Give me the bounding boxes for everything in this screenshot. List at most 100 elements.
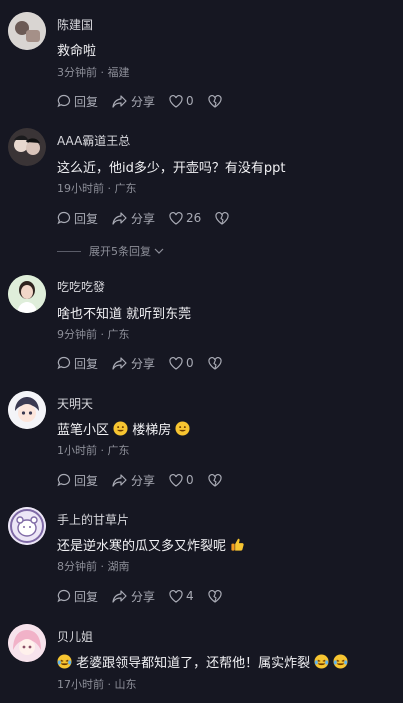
meta-separator: · bbox=[100, 328, 105, 341]
dislike-button[interactable] bbox=[208, 94, 222, 108]
dislike-button[interactable] bbox=[208, 589, 222, 603]
laughing-tears-emoji-icon bbox=[57, 654, 72, 669]
share-button[interactable]: 分享 bbox=[112, 588, 155, 605]
comment-text-part: 楼梯房 bbox=[132, 423, 172, 438]
divider bbox=[57, 250, 81, 252]
comment-text-part: 老婆跟领导都知道了，还帮他！属实炸裂 bbox=[76, 656, 311, 671]
like-count: 0 bbox=[186, 473, 194, 487]
comment-meta: 3分钟前 · 福建 bbox=[57, 64, 130, 80]
like-button[interactable]: 0 bbox=[169, 356, 194, 370]
comment-actions: 回复 分享 0 bbox=[57, 471, 236, 489]
reply-button[interactable]: 回复 bbox=[57, 93, 98, 110]
avatar[interactable] bbox=[8, 275, 46, 313]
grin-emoji-icon bbox=[113, 421, 128, 436]
like-button[interactable]: 26 bbox=[169, 211, 201, 225]
reply-button[interactable]: 回复 bbox=[57, 588, 98, 605]
dislike-button[interactable] bbox=[208, 473, 222, 487]
dislike-button[interactable] bbox=[215, 211, 229, 225]
share-icon bbox=[112, 357, 127, 370]
reply-label: 回复 bbox=[74, 211, 99, 226]
reply-button[interactable]: 回复 bbox=[57, 210, 98, 227]
avatar[interactable] bbox=[8, 507, 46, 545]
expand-replies-button[interactable]: 展开5条回复 bbox=[57, 243, 164, 259]
comment-text: 还是逆水寒的瓜又多又炸裂呢 bbox=[57, 535, 245, 554]
share-label: 分享 bbox=[131, 94, 156, 109]
username[interactable]: AAA霸道王总 bbox=[57, 132, 130, 149]
comment-text: 蓝笔小区 楼梯房 bbox=[57, 419, 190, 438]
comment-location: 广东 bbox=[114, 182, 137, 195]
like-button[interactable]: 0 bbox=[169, 473, 194, 487]
comment-text: 这么近，他id多少，开壶吗？有没有ppt bbox=[57, 161, 286, 176]
username[interactable]: 手上的甘草片 bbox=[57, 511, 129, 528]
meta-separator: · bbox=[107, 182, 112, 195]
share-label: 分享 bbox=[131, 589, 156, 604]
share-icon bbox=[112, 590, 127, 603]
share-button[interactable]: 分享 bbox=[112, 210, 155, 227]
reply-button[interactable]: 回复 bbox=[57, 472, 98, 489]
heart-icon bbox=[169, 356, 183, 370]
comment-actions: 回复 分享 26 bbox=[57, 209, 243, 227]
reply-icon bbox=[57, 94, 71, 108]
share-icon bbox=[112, 212, 127, 225]
comment-text-part: 还是逆水寒的瓜又多又炸裂呢 bbox=[57, 539, 227, 554]
comment-text: 老婆跟领导都知道了，还帮他！属实炸裂 bbox=[57, 652, 348, 671]
broken-heart-icon bbox=[208, 473, 222, 487]
comment-time: 17小时前 bbox=[57, 678, 104, 691]
username[interactable]: 贝儿姐 bbox=[57, 628, 93, 645]
heart-icon bbox=[169, 589, 183, 603]
like-button[interactable]: 4 bbox=[169, 589, 194, 603]
reply-icon bbox=[57, 356, 71, 370]
share-label: 分享 bbox=[131, 473, 156, 488]
like-count: 4 bbox=[186, 589, 194, 603]
laughing-tears-emoji-icon bbox=[333, 654, 348, 669]
heart-icon bbox=[169, 211, 183, 225]
share-button[interactable]: 分享 bbox=[112, 472, 155, 489]
like-button[interactable]: 0 bbox=[169, 94, 194, 108]
avatar[interactable] bbox=[8, 391, 46, 429]
reply-button[interactable]: 回复 bbox=[57, 355, 98, 372]
reply-icon bbox=[57, 473, 71, 487]
dislike-button[interactable] bbox=[208, 356, 222, 370]
expand-replies-label: 展开5条回复 bbox=[89, 245, 151, 258]
username[interactable]: 天明天 bbox=[57, 395, 93, 412]
comment-time: 19小时前 bbox=[57, 182, 104, 195]
reply-label: 回复 bbox=[74, 356, 99, 371]
comment-location: 山东 bbox=[114, 678, 137, 691]
meta-separator: · bbox=[100, 560, 105, 573]
reply-icon bbox=[57, 211, 71, 225]
comment-text: 救命啦 bbox=[57, 44, 97, 59]
comment-text: 啥也不知道 就听到东莞 bbox=[57, 307, 192, 322]
meta-separator: · bbox=[100, 444, 105, 457]
share-icon bbox=[112, 474, 127, 487]
meta-separator: · bbox=[100, 66, 105, 79]
like-count: 0 bbox=[186, 94, 194, 108]
grin-emoji-icon bbox=[175, 421, 190, 436]
chevron-down-icon bbox=[154, 248, 164, 254]
username[interactable]: 吃吃吃發 bbox=[57, 278, 105, 295]
laughing-tears-emoji-icon bbox=[314, 654, 329, 669]
avatar[interactable] bbox=[8, 12, 46, 50]
comment-actions: 回复 分享 0 bbox=[57, 92, 236, 110]
like-count: 0 bbox=[186, 356, 194, 370]
comment-time: 9分钟前 bbox=[57, 328, 97, 341]
comment-location: 福建 bbox=[107, 66, 130, 79]
share-button[interactable]: 分享 bbox=[112, 355, 155, 372]
comment-actions: 回复 分享 4 bbox=[57, 587, 236, 605]
comment-meta: 1小时前 · 广东 bbox=[57, 442, 130, 458]
comment-time: 3分钟前 bbox=[57, 66, 97, 79]
thumbs-up-emoji-icon bbox=[231, 538, 244, 551]
heart-icon bbox=[169, 94, 183, 108]
heart-icon bbox=[169, 473, 183, 487]
broken-heart-icon bbox=[215, 211, 229, 225]
avatar[interactable] bbox=[8, 624, 46, 662]
reply-label: 回复 bbox=[74, 589, 99, 604]
username[interactable]: 陈建国 bbox=[57, 16, 93, 33]
avatar[interactable] bbox=[8, 128, 46, 166]
share-button[interactable]: 分享 bbox=[112, 93, 155, 110]
reply-label: 回复 bbox=[74, 473, 99, 488]
like-count: 26 bbox=[186, 211, 202, 225]
broken-heart-icon bbox=[208, 356, 222, 370]
reply-label: 回复 bbox=[74, 94, 99, 109]
broken-heart-icon bbox=[208, 589, 222, 603]
share-icon bbox=[112, 95, 127, 108]
